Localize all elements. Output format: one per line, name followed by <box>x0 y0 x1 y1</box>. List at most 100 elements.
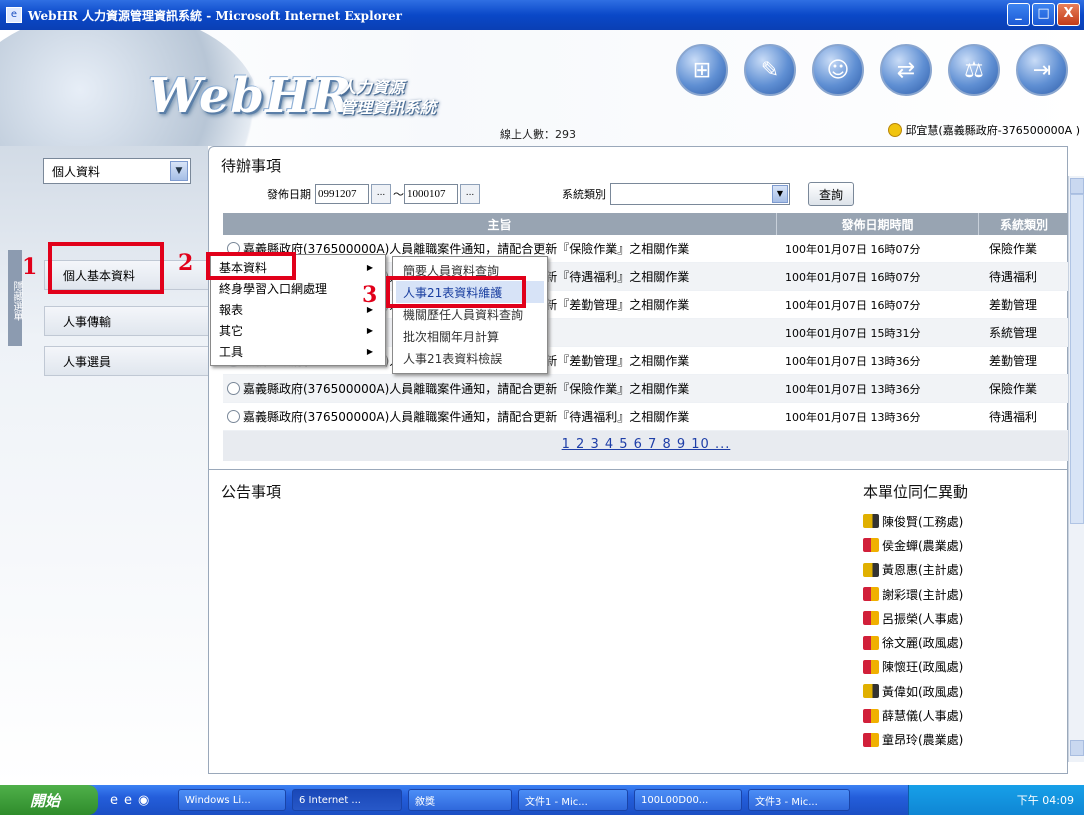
list-item[interactable]: 呂振榮(人事處) <box>863 606 1003 630</box>
chevron-down-icon[interactable]: ▼ <box>170 161 188 181</box>
org-chart-icon[interactable]: ⊞ <box>676 44 728 96</box>
chevron-down-icon[interactable]: ▼ <box>772 185 788 203</box>
exit-icon[interactable]: ⇥ <box>1016 44 1068 96</box>
list-item[interactable]: 陳俊賢(工務處) <box>863 509 1003 533</box>
list-item[interactable]: 黃偉如(政風處) <box>863 679 1003 703</box>
maximize-button[interactable]: □ <box>1032 3 1055 26</box>
start-button[interactable]: 開始 <box>0 785 98 815</box>
row-type: 保險作業 <box>989 382 1038 396</box>
date-from-picker[interactable]: ... <box>371 184 391 204</box>
annotation-box-2 <box>206 252 296 280</box>
annotation-number-1: 1 <box>22 254 38 280</box>
context-submenu: 簡要人員資料查詢 人事21表資料維護 機關歷任人員資料查詢 批次相關年月計算 人… <box>392 256 548 374</box>
female-staff-icon <box>863 732 879 747</box>
menu-item-others[interactable]: 其它 ▶ <box>211 320 385 341</box>
module-select[interactable]: 個人資料 ▼ <box>43 158 191 184</box>
task-doc2[interactable]: 100L00D00... <box>634 789 742 811</box>
staff-change-list: 陳俊賢(工務處) 侯金蟬(農業處) 黃恩惠(主計處) 謝彩環(主計處) 呂振榮(… <box>863 509 1003 752</box>
list-item[interactable]: 謝彩環(主計處) <box>863 582 1003 606</box>
ie2-launch-icon[interactable]: e <box>124 793 132 808</box>
date-separator: ～ <box>393 188 404 201</box>
menu-item-label: 工具 <box>219 345 244 359</box>
hide-menu-tab[interactable]: 隱藏選單 <box>8 250 22 346</box>
menu-item-reports[interactable]: 報表 ▶ <box>211 299 385 320</box>
table-row[interactable]: 嘉義縣政府(376500000A)人員離職案件通知，請配合更新『保險作業』之相關… <box>223 375 1069 403</box>
list-item[interactable]: 侯金蟬(農業處) <box>863 533 1003 557</box>
list-item[interactable]: 薛慧儀(人事處) <box>863 703 1003 727</box>
row-radio[interactable] <box>227 410 240 423</box>
person-icon[interactable]: ☺ <box>812 44 864 96</box>
submenu-item-batch-calc[interactable]: 批次相關年月計算 <box>393 325 547 347</box>
system-tray: 下午 04:09 <box>908 785 1084 815</box>
table-row[interactable]: 嘉義縣政府(376500000A)人員離職案件通知，請配合更新『待遇福利』之相關… <box>223 403 1069 431</box>
col-subject[interactable]: 主旨 <box>223 213 777 235</box>
staff-name: 呂振榮(人事處) <box>882 611 964 626</box>
task-internet-explorer[interactable]: 6 Internet ... <box>292 789 402 811</box>
row-subject: 嘉義縣政府(376500000A)人員離職案件通知，請配合更新『待遇福利』之相關… <box>243 410 690 424</box>
taskbar: 開始 e e ◉ Windows Li... 6 Internet ... 敘獎… <box>0 785 1084 815</box>
female-staff-icon <box>863 635 879 650</box>
male-staff-icon <box>863 684 879 699</box>
submenu-arrow-icon: ▶ <box>366 347 373 356</box>
staff-name: 徐文麗(政風處) <box>882 636 964 651</box>
close-button[interactable]: X <box>1057 3 1080 26</box>
scroll-thumb[interactable] <box>1070 194 1084 524</box>
tools-icon[interactable]: ✎ <box>744 44 796 96</box>
list-item[interactable]: 童昂玲(農業處) <box>863 728 1003 752</box>
row-type: 系統管理 <box>989 326 1038 340</box>
row-date: 100年01月07日 15時31分 <box>785 326 921 340</box>
list-item[interactable]: 陳懷玨(政風處) <box>863 655 1003 679</box>
menu-item-label: 其它 <box>219 324 244 338</box>
row-type: 差勤管理 <box>989 354 1038 368</box>
ie-launch-icon[interactable]: e <box>110 793 118 808</box>
quick-launch: e e ◉ <box>110 793 172 808</box>
pagination[interactable]: 1 2 3 4 5 6 7 8 9 10 ... <box>223 431 1069 461</box>
main-content: 待辦事項 發佈日期 ... ～ ... 系統類別 ▼ 查詢 主旨 發佈日期時間 … <box>208 146 1069 774</box>
list-item[interactable]: 黃恩惠(主計處) <box>863 558 1003 582</box>
submenu-item-hr21-check[interactable]: 人事21表資料檢誤 <box>393 347 547 369</box>
annotation-box-3 <box>386 276 526 308</box>
query-button[interactable]: 查詢 <box>808 182 854 206</box>
row-type: 差勤管理 <box>989 298 1038 312</box>
menu-item-tools[interactable]: 工具 ▶ <box>211 341 385 362</box>
scroll-up-icon[interactable] <box>1070 178 1084 194</box>
exchange-icon[interactable]: ⇄ <box>880 44 932 96</box>
scales-icon[interactable]: ⚖ <box>948 44 1000 96</box>
row-date: 100年01月07日 13時36分 <box>785 354 921 368</box>
minimize-button[interactable]: _ <box>1007 3 1030 26</box>
row-type: 待遇福利 <box>989 270 1038 284</box>
announce-title: 公告事項 <box>221 483 282 501</box>
date-from-input[interactable] <box>315 184 369 204</box>
menu-item-label: 報表 <box>219 303 244 317</box>
window-title: WebHR 人力資源管理資訊系統 - Microsoft Internet Ex… <box>28 8 402 23</box>
male-staff-icon <box>863 514 879 529</box>
list-item[interactable]: 徐文麗(政風處) <box>863 630 1003 654</box>
row-radio[interactable] <box>227 382 240 395</box>
row-date: 100年01月07日 16時07分 <box>785 298 921 312</box>
firefox-launch-icon[interactable]: ◉ <box>138 793 149 808</box>
clock[interactable]: 下午 04:09 <box>1017 792 1074 808</box>
row-date: 100年01月07日 13時36分 <box>785 382 921 396</box>
female-staff-icon <box>863 708 879 723</box>
menu-item-label: 終身學習入口網處理 <box>219 282 328 296</box>
col-type[interactable]: 系統類別 <box>979 213 1069 235</box>
task-doc3[interactable]: 文件3 - Mic... <box>748 789 850 811</box>
date-to-picker[interactable]: ... <box>460 184 480 204</box>
task-folder[interactable]: 敘獎 <box>408 789 512 811</box>
date-label: 發佈日期 <box>267 188 311 201</box>
row-type: 保險作業 <box>989 242 1038 256</box>
scroll-down-icon[interactable] <box>1070 740 1084 756</box>
user-info: 邱宜慧(嘉義縣政府-376500000A ) <box>888 122 1080 138</box>
date-to-input[interactable] <box>404 184 458 204</box>
task-windows-live[interactable]: Windows Li... <box>178 789 286 811</box>
col-date[interactable]: 發佈日期時間 <box>777 213 979 235</box>
sidebar-item-transfer[interactable]: 人事傳輸 <box>44 306 208 336</box>
vertical-scrollbar[interactable] <box>1068 176 1084 762</box>
system-type-label: 系統類別 <box>562 188 606 201</box>
menu-item-lifelong-learning[interactable]: 終身學習入口網處理 <box>211 278 385 299</box>
logo-subtitle-line1: 人力資源 <box>340 78 405 97</box>
grid-header: 主旨 發佈日期時間 系統類別 <box>223 213 1069 235</box>
system-type-select[interactable]: ▼ <box>610 183 790 205</box>
sidebar-item-selection[interactable]: 人事選員 <box>44 346 208 376</box>
task-doc1[interactable]: 文件1 - Mic... <box>518 789 628 811</box>
